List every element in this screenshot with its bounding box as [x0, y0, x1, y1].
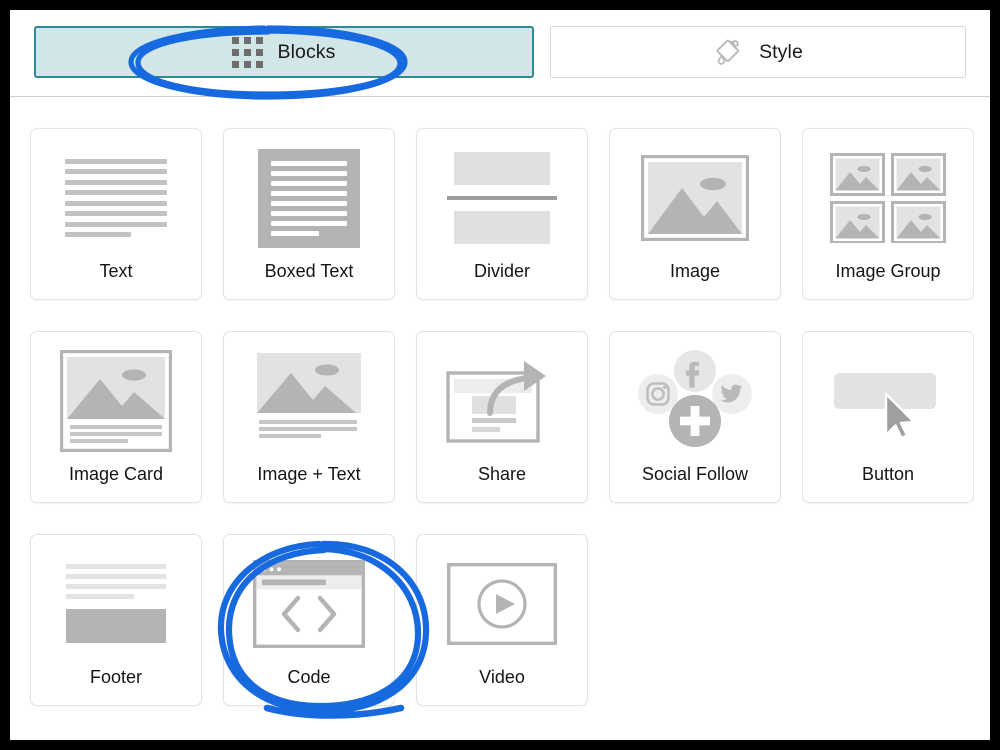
app-window: Blocks Style Text Boxed Text Divider Ima… [10, 10, 990, 740]
block-card-text[interactable]: Text [30, 128, 202, 300]
block-label: Share [477, 464, 527, 484]
block-card-boxed-text[interactable]: Boxed Text [223, 128, 395, 300]
block-label: Image Group [835, 261, 941, 281]
block-label: Footer [89, 667, 143, 687]
block-card-share[interactable]: Share [416, 331, 588, 503]
block-label: Divider [473, 261, 530, 281]
grid-icon [232, 36, 264, 68]
block-label: Button [861, 464, 915, 484]
block-label: Text [99, 261, 133, 281]
block-card-footer[interactable]: Footer [30, 534, 202, 706]
block-card-image-card[interactable]: Image Card [30, 331, 202, 503]
share-arrow-icon [417, 332, 587, 464]
image-icon [610, 129, 780, 261]
block-card-social-follow[interactable]: Social Follow [609, 331, 781, 503]
tab-blocks-label: Blocks [277, 40, 336, 63]
video-play-icon [417, 535, 587, 667]
block-grid: Text Boxed Text Divider Image Image Grou… [10, 102, 990, 740]
block-label: Social Follow [641, 464, 749, 484]
block-card-image-text[interactable]: Image + Text [223, 331, 395, 503]
block-label: Image + Text [257, 464, 361, 484]
text-lines-icon [31, 129, 201, 261]
tab-bar: Blocks Style [10, 10, 990, 92]
tab-blocks[interactable]: Blocks [34, 26, 534, 78]
tab-style-label: Style [759, 40, 803, 63]
block-label: Boxed Text [264, 261, 354, 281]
social-follow-icon [610, 332, 780, 464]
divider-icon [417, 129, 587, 261]
block-label: Image Card [68, 464, 164, 484]
block-label: Image [669, 261, 721, 281]
boxed-text-icon [224, 129, 394, 261]
image-group-icon [803, 129, 973, 261]
block-card-divider[interactable]: Divider [416, 128, 588, 300]
image-card-icon [31, 332, 201, 464]
block-label: Video [479, 667, 525, 687]
paint-bucket-icon [716, 39, 740, 65]
block-label: Code [287, 667, 331, 687]
instagram-icon [638, 374, 678, 414]
button-cursor-icon [803, 332, 973, 464]
block-card-image[interactable]: Image [609, 128, 781, 300]
tab-style[interactable]: Style [550, 26, 966, 78]
footer-icon [31, 535, 201, 667]
code-window-icon [224, 535, 394, 667]
block-card-image-group[interactable]: Image Group [802, 128, 974, 300]
block-card-button[interactable]: Button [802, 331, 974, 503]
image-text-icon [224, 332, 394, 464]
block-card-code[interactable]: Code [223, 534, 395, 706]
tabbar-divider [10, 96, 990, 97]
block-card-video[interactable]: Video [416, 534, 588, 706]
